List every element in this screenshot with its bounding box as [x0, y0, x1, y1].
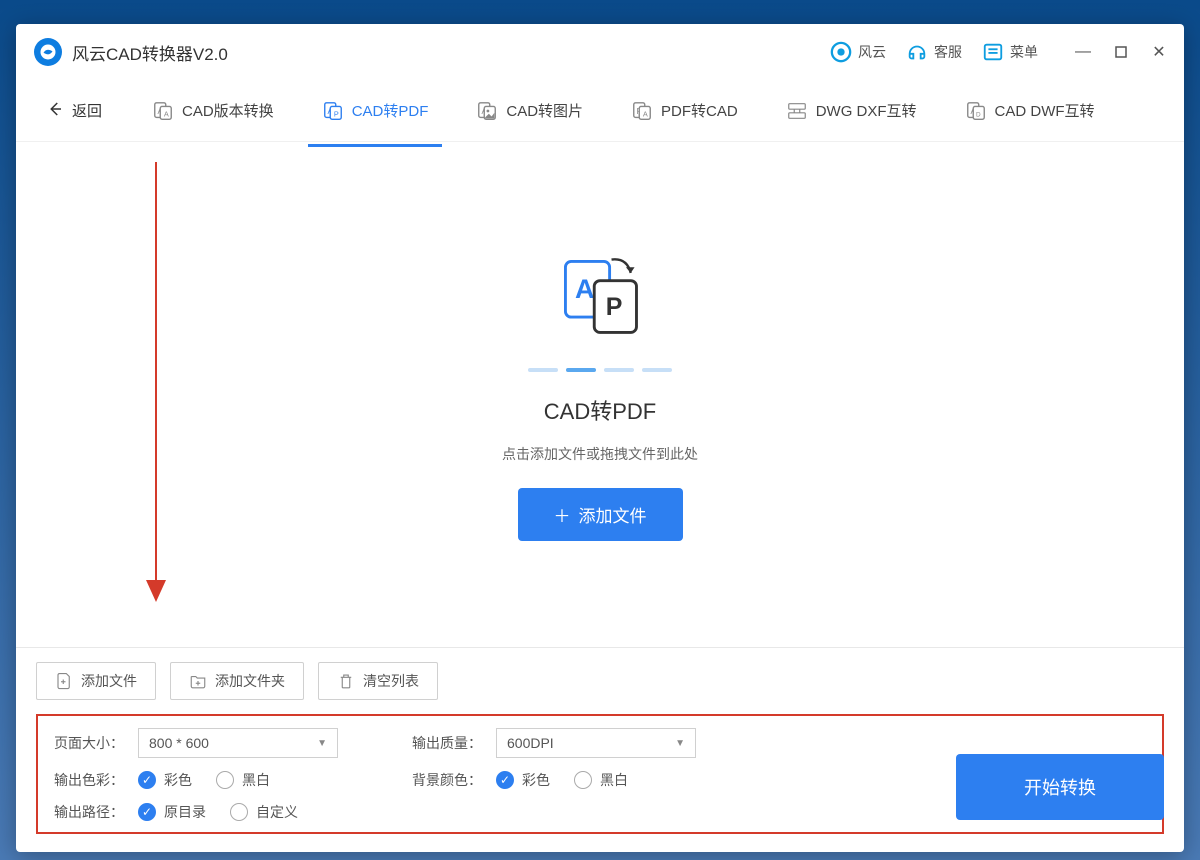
app-window: 风云CAD转换器V2.0 风云 客服 菜单 — ✕ [16, 24, 1184, 852]
drop-progress-icon [528, 368, 672, 372]
app-title: 风云CAD转换器V2.0 [72, 40, 228, 65]
chevron-down-icon: ▼ [317, 738, 327, 749]
minimize-button[interactable]: — [1076, 45, 1090, 59]
color-label: 输出色彩： [54, 770, 124, 790]
path-option-custom[interactable]: 自定义 [230, 802, 298, 822]
color-option-heibai[interactable]: 黑白 [216, 770, 270, 790]
folder-plus-icon [189, 672, 207, 690]
tab-dwg-dxf[interactable]: DWG DXF互转 [772, 92, 931, 130]
radio-checked-icon [496, 771, 514, 789]
file-plus-icon [55, 672, 73, 690]
add-file-primary-button[interactable]: ＋ 添加文件 [518, 488, 683, 541]
page-size-label: 页面大小： [54, 733, 124, 753]
kefu-label: 客服 [934, 42, 962, 62]
doc-pa-icon: PA [631, 100, 653, 122]
radio-checked-icon [138, 803, 156, 821]
drop-illustration-icon: A P [552, 248, 648, 344]
fengyun-label: 风云 [858, 42, 886, 62]
doc-dwf-icon: AD [965, 100, 987, 122]
page-size-select[interactable]: 800 * 600 ▼ [138, 728, 338, 758]
convert-button[interactable]: 开始转换 [956, 754, 1164, 820]
quality-select[interactable]: 600DPI ▼ [496, 728, 696, 758]
quality-value: 600DPI [507, 735, 554, 751]
kefu-link[interactable]: 客服 [906, 41, 962, 63]
toolbar: 返回 AA CAD版本转换 AP CAD转PDF A CAD转图片 PA PDF… [16, 80, 1184, 142]
menu-link[interactable]: 菜单 [982, 41, 1038, 63]
add-file-button[interactable]: 添加文件 [36, 662, 156, 700]
add-folder-button[interactable]: 添加文件夹 [170, 662, 304, 700]
convert-label: 开始转换 [1024, 778, 1096, 798]
tab-label: CAD转图片 [506, 100, 583, 121]
svg-text:A: A [643, 109, 648, 118]
add-file-label: 添加文件 [579, 502, 647, 527]
svg-text:A: A [164, 109, 169, 118]
action-row: 添加文件 添加文件夹 清空列表 [36, 662, 1164, 700]
color-option-caise[interactable]: 彩色 [138, 770, 192, 790]
fengyun-link[interactable]: 风云 [830, 41, 886, 63]
tab-cad-pdf[interactable]: AP CAD转PDF [308, 92, 443, 130]
tab-cad-version[interactable]: AA CAD版本转换 [138, 92, 288, 130]
menu-label: 菜单 [1010, 42, 1038, 62]
svg-text:D: D [976, 111, 981, 118]
clear-text: 清空列表 [363, 671, 419, 691]
content-area[interactable]: A P CAD转PDF 点击添加文件或拖拽文件到此处 ＋ 添加文件 [16, 142, 1184, 647]
plus-icon: ＋ [554, 502, 571, 527]
page-size-value: 800 * 600 [149, 735, 209, 751]
svg-text:P: P [334, 109, 339, 118]
headset-icon [906, 41, 928, 63]
app-logo-icon [34, 38, 62, 66]
bottom-panel: 添加文件 添加文件夹 清空列表 页面大小： 800 * 600 ▼ [16, 647, 1184, 852]
add-folder-text: 添加文件夹 [215, 671, 285, 691]
svg-text:P: P [606, 293, 623, 321]
doc-dwg-icon [786, 100, 808, 122]
tab-label: CAD DWF互转 [995, 100, 1095, 121]
tab-pdf-cad[interactable]: PA PDF转CAD [617, 92, 752, 130]
doc-ap-icon: AP [322, 100, 344, 122]
tab-label: PDF转CAD [661, 100, 738, 121]
radio-icon [216, 771, 234, 789]
back-label: 返回 [72, 100, 102, 121]
add-file-text: 添加文件 [81, 671, 137, 691]
radio-icon [574, 771, 592, 789]
bg-option-heibai[interactable]: 黑白 [574, 770, 628, 790]
tab-label: CAD版本转换 [182, 100, 274, 121]
maximize-button[interactable] [1114, 45, 1128, 59]
tab-cad-image[interactable]: A CAD转图片 [462, 92, 597, 130]
drop-title: CAD转PDF [544, 394, 656, 426]
chevron-down-icon: ▼ [675, 738, 685, 749]
back-button[interactable]: 返回 [34, 94, 114, 128]
bg-option-caise[interactable]: 彩色 [496, 770, 550, 790]
window-controls: — ✕ [1076, 45, 1166, 59]
annotation-arrow-icon [136, 162, 176, 602]
tab-label: DWG DXF互转 [816, 100, 917, 121]
tab-cad-dwf[interactable]: AD CAD DWF互转 [951, 92, 1109, 130]
path-label: 输出路径： [54, 802, 124, 822]
menu-icon [982, 41, 1004, 63]
close-button[interactable]: ✕ [1152, 45, 1166, 59]
drop-subtitle: 点击添加文件或拖拽文件到此处 [502, 444, 698, 464]
quality-label: 输出质量： [412, 733, 482, 753]
target-icon [830, 41, 852, 63]
clear-list-button[interactable]: 清空列表 [318, 662, 438, 700]
path-option-original[interactable]: 原目录 [138, 802, 206, 822]
title-actions: 风云 客服 菜单 — ✕ [830, 41, 1166, 63]
drop-zone: A P CAD转PDF 点击添加文件或拖拽文件到此处 ＋ 添加文件 [502, 248, 698, 541]
trash-icon [337, 672, 355, 690]
arrow-left-icon [46, 100, 64, 122]
svg-text:A: A [575, 274, 594, 304]
radio-checked-icon [138, 771, 156, 789]
tab-label: CAD转PDF [352, 100, 429, 121]
doc-a-icon: AA [152, 100, 174, 122]
titlebar: 风云CAD转换器V2.0 风云 客服 菜单 — ✕ [16, 24, 1184, 80]
doc-img-icon: A [476, 100, 498, 122]
radio-icon [230, 803, 248, 821]
bg-label: 背景颜色： [412, 770, 482, 790]
